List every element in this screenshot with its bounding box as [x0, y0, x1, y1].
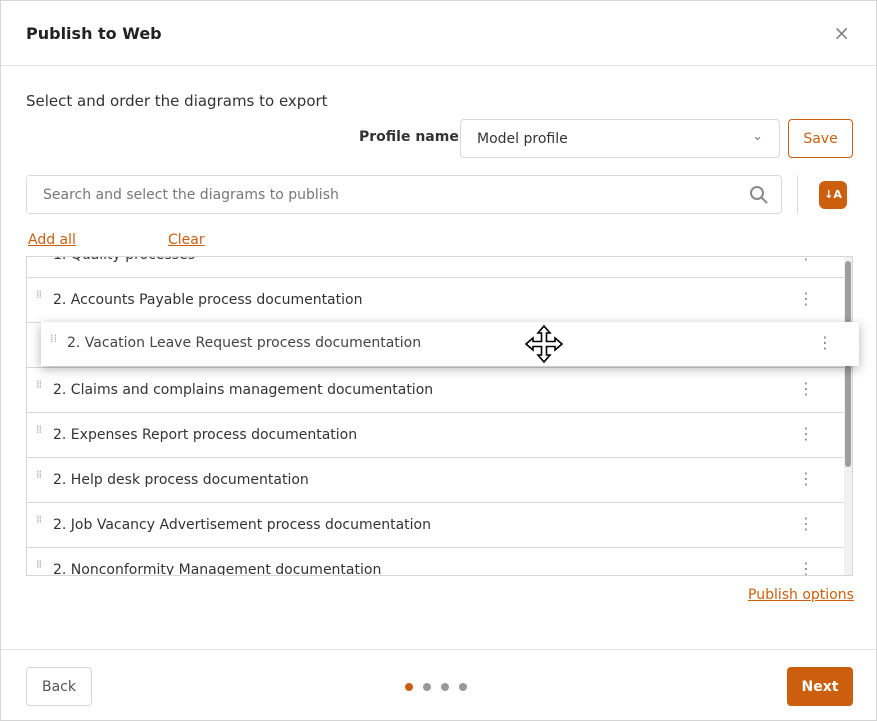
more-options-icon[interactable]: ⋮ [798, 514, 814, 533]
search-icon[interactable] [749, 185, 769, 205]
drag-handle-icon[interactable]: ⁞⁞ [36, 289, 44, 300]
more-options-icon[interactable]: ⋮ [798, 559, 814, 575]
list-item[interactable]: ⁞⁞ 2. Help desk process documentation ⋮ [27, 458, 844, 503]
clear-link[interactable]: Clear [168, 232, 205, 248]
search-input[interactable] [27, 176, 727, 213]
move-cursor-icon [525, 325, 563, 363]
profile-value: Model profile [477, 131, 568, 147]
dragged-list-item[interactable]: ⁞⁞ 2. Vacation Leave Request process doc… [41, 322, 859, 366]
list-item[interactable]: ⁞⁞ 2. Expenses Report process documentati… [27, 413, 844, 458]
more-options-icon[interactable]: ⋮ [798, 289, 814, 308]
more-options-icon[interactable]: ⋮ [798, 257, 814, 263]
dialog-footer: Back Next [1, 649, 876, 722]
chevron-down-icon: ⌄ [752, 129, 763, 144]
drag-handle-icon[interactable]: ⁞⁞ [36, 514, 44, 525]
dialog-header: Publish to Web × [1, 1, 876, 66]
dialog-title: Publish to Web [26, 24, 162, 43]
divider [797, 175, 798, 214]
drag-handle-icon[interactable]: ⁞⁞ [50, 333, 58, 344]
list-item-label: 2. Nonconformity Management documentatio… [53, 562, 382, 576]
step-indicator [405, 683, 467, 691]
close-icon[interactable]: × [833, 21, 850, 45]
drag-handle-icon[interactable]: ⁞⁞ [36, 469, 44, 480]
drag-handle-icon[interactable]: ⁞⁞ [36, 559, 44, 570]
publish-dialog: Publish to Web × Select and order the di… [0, 0, 877, 721]
step-dot [423, 683, 431, 691]
list-item-label: 2. Accounts Payable process documentatio… [53, 292, 363, 308]
list-item-label: 1. Quality processes [53, 257, 195, 263]
profile-select[interactable]: Model profile ⌄ [460, 119, 780, 158]
step-dot [441, 683, 449, 691]
diagram-list: ⁞⁞ 1. Quality processes ⋮ ⁞⁞ 2. Accounts Pay… [26, 256, 853, 576]
list-item-label: 2. Claims and complains management docum… [53, 382, 434, 398]
save-button[interactable]: Save [788, 119, 853, 158]
list-item-label: 2. Expenses Report process documentation [53, 427, 358, 443]
list-item[interactable]: ⁞⁞ 2. Nonconformity Management documentat… [27, 548, 844, 576]
profile-name-label: Profile name [359, 129, 459, 145]
next-button[interactable]: Next [787, 667, 853, 706]
list-item[interactable]: ⁞⁞ 2. Claims and complains management doc… [27, 368, 844, 413]
add-all-link[interactable]: Add all [28, 232, 76, 248]
list-item[interactable]: ⁞⁞ 2. Job Vacancy Advertisement process d… [27, 503, 844, 548]
step-dot [459, 683, 467, 691]
dragged-item-label: 2. Vacation Leave Request process docume… [67, 335, 422, 351]
more-options-icon[interactable]: ⋮ [798, 424, 814, 443]
publish-options-link[interactable]: Publish options [748, 587, 854, 603]
list-item-label: 2. Help desk process documentation [53, 472, 309, 488]
list-item[interactable]: ⁞⁞ 2. Accounts Payable process documentat… [27, 278, 844, 323]
list-item-label: 2. Job Vacancy Advertisement process doc… [53, 517, 431, 533]
step-dot [405, 683, 413, 691]
more-options-icon[interactable]: ⋮ [817, 333, 833, 352]
more-options-icon[interactable]: ⋮ [798, 379, 814, 398]
sort-icon[interactable]: ↓A Z [819, 181, 847, 229]
search-box [26, 175, 782, 214]
list-item[interactable]: ⁞⁞1. Quality processes⋮ [27, 257, 844, 278]
scrollbar[interactable] [844, 257, 852, 575]
drag-handle-icon[interactable]: ⁞⁞ [36, 424, 44, 435]
back-button[interactable]: Back [26, 667, 92, 706]
drag-handle-icon[interactable]: ⁞⁞ [36, 379, 44, 390]
more-options-icon[interactable]: ⋮ [798, 469, 814, 488]
instructions: Select and order the diagrams to export [26, 92, 328, 110]
